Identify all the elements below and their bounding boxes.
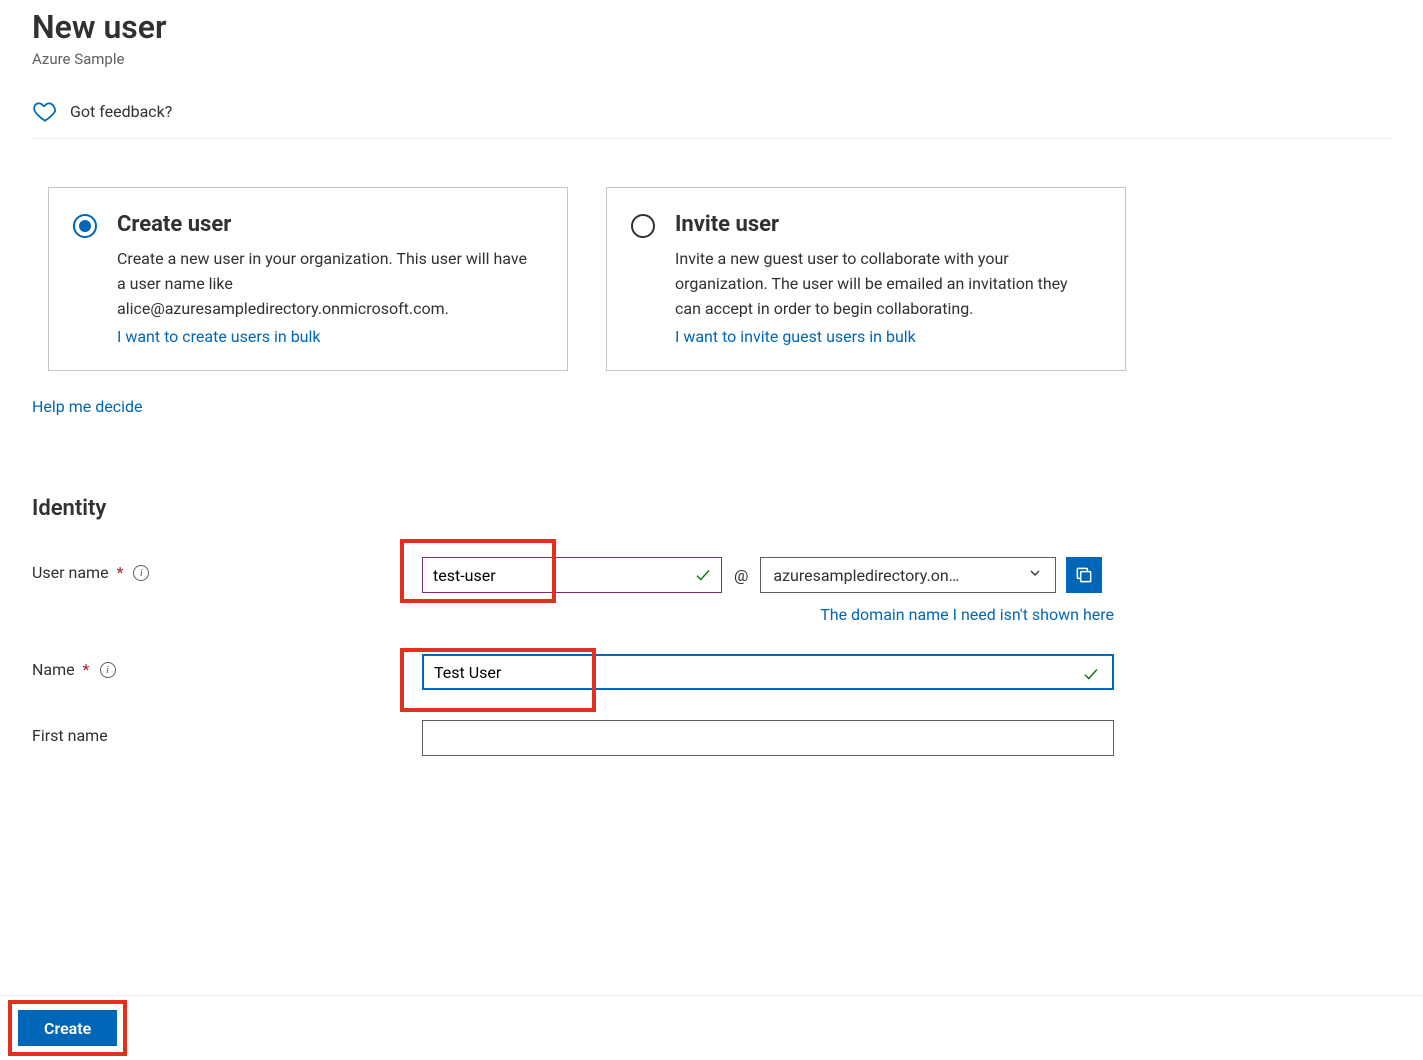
name-input[interactable] [422, 654, 1114, 690]
feedback-text: Got feedback? [70, 102, 172, 121]
required-star-icon: * [83, 660, 90, 679]
first-name-input[interactable] [422, 720, 1114, 756]
radio-create-user[interactable] [73, 214, 97, 238]
link-invite-bulk[interactable]: I want to invite guest users in bulk [675, 327, 916, 346]
copy-icon [1074, 565, 1094, 585]
heart-icon [32, 98, 58, 124]
page-subtitle: Azure Sample [32, 50, 1391, 68]
link-help-me-decide[interactable]: Help me decide [32, 397, 143, 416]
option-create-title: Create user [117, 212, 539, 237]
domain-select[interactable]: azuresampledirectory.on… [760, 557, 1056, 593]
chevron-down-icon [1027, 565, 1043, 585]
label-first-name: First name [32, 726, 108, 745]
info-icon[interactable]: i [100, 662, 116, 678]
option-invite-user[interactable]: Invite user Invite a new guest user to c… [606, 187, 1126, 371]
at-symbol: @ [732, 566, 750, 585]
domain-select-value: azuresampledirectory.on… [773, 566, 959, 585]
option-invite-title: Invite user [675, 212, 1097, 237]
option-create-desc: Create a new user in your organization. … [117, 247, 539, 321]
page-title: New user [32, 8, 1391, 46]
link-domain-not-shown[interactable]: The domain name I need isn't shown here [820, 605, 1114, 624]
info-icon[interactable]: i [133, 565, 149, 581]
radio-invite-user[interactable] [631, 214, 655, 238]
option-invite-desc: Invite a new guest user to collaborate w… [675, 247, 1097, 321]
required-star-icon: * [117, 563, 124, 582]
option-create-user[interactable]: Create user Create a new user in your or… [48, 187, 568, 371]
feedback-bar[interactable]: Got feedback? [32, 88, 1391, 139]
link-create-bulk[interactable]: I want to create users in bulk [117, 327, 321, 346]
label-username: User name [32, 563, 109, 582]
copy-button[interactable] [1066, 557, 1102, 593]
section-identity-title: Identity [32, 496, 1391, 521]
footer-bar: Create [0, 995, 1423, 1060]
label-name: Name [32, 660, 75, 679]
username-input[interactable] [422, 557, 722, 593]
create-button[interactable]: Create [18, 1010, 117, 1046]
